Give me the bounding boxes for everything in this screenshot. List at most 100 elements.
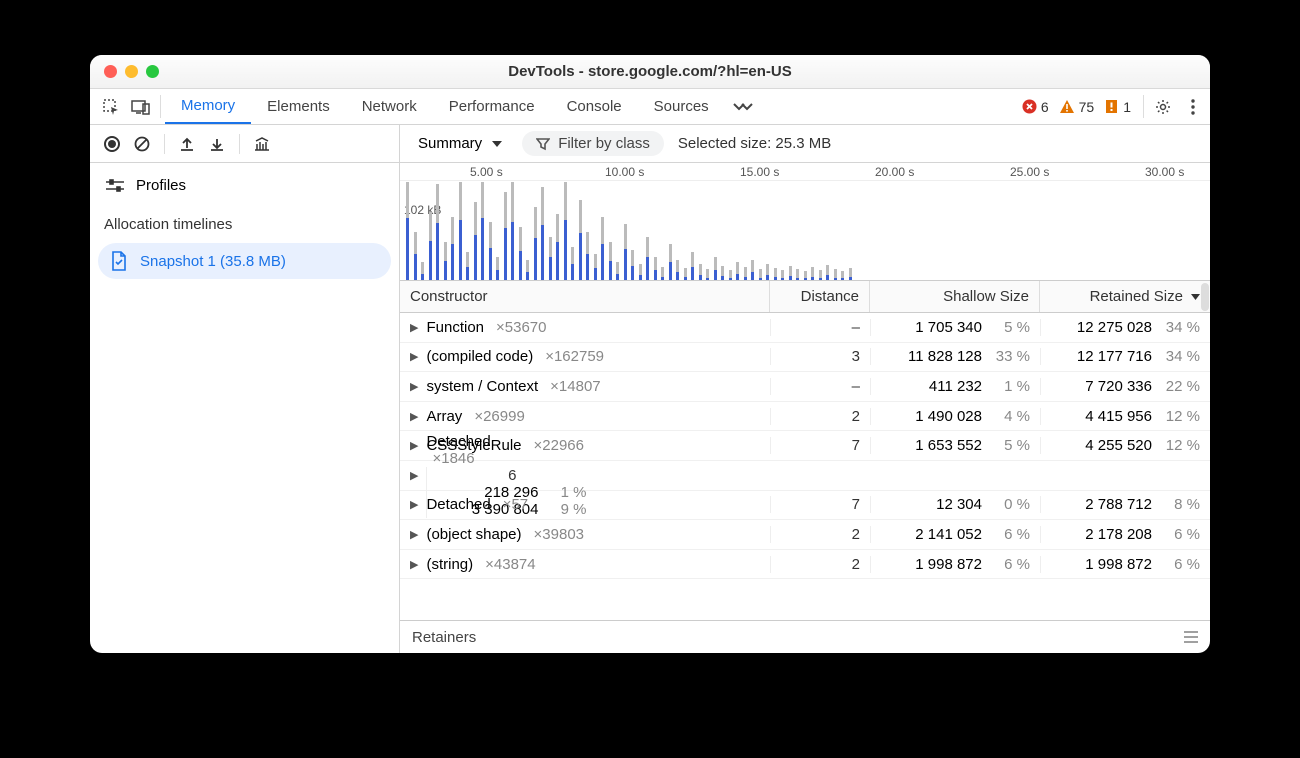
tab-sources[interactable]: Sources bbox=[638, 89, 725, 124]
shallow-pct: 4 % bbox=[990, 408, 1030, 425]
scrollbar-thumb[interactable] bbox=[1201, 283, 1209, 311]
expand-icon[interactable]: ▶ bbox=[410, 528, 418, 541]
retained-pct: 12 % bbox=[1160, 408, 1200, 425]
table-row[interactable]: ▶system / Context×14807–411 2321 %7 720 … bbox=[400, 372, 1210, 402]
error-icon bbox=[1022, 99, 1037, 114]
view-label: Summary bbox=[418, 135, 482, 152]
view-dropdown[interactable]: Summary bbox=[412, 135, 508, 152]
devtools-window: DevTools - store.google.com/?hl=en-US Me… bbox=[90, 55, 1210, 653]
settings-icon[interactable] bbox=[1148, 89, 1178, 124]
issue-count: 1 bbox=[1123, 99, 1131, 115]
timeline-tick: 5.00 s bbox=[470, 165, 503, 179]
sidebar: Profiles Allocation timelines Snapshot 1… bbox=[90, 163, 400, 653]
filter-placeholder: Filter by class bbox=[558, 135, 650, 152]
instance-count: ×57 bbox=[503, 496, 528, 513]
table-row[interactable]: ▶Detached ×18466218 2961 %3 390 8049 % bbox=[400, 461, 1210, 491]
timeline-tick: 20.00 s bbox=[875, 165, 914, 179]
window-title: DevTools - store.google.com/?hl=en-US bbox=[102, 63, 1198, 80]
shallow-size: 12 304 bbox=[936, 496, 982, 513]
allocation-timelines-label: Allocation timelines bbox=[98, 208, 391, 243]
instance-count: ×26999 bbox=[474, 408, 524, 425]
retained-pct: 34 % bbox=[1160, 319, 1200, 336]
shallow-pct: 5 % bbox=[990, 319, 1030, 336]
constructor-name: Array bbox=[426, 408, 462, 425]
shallow-pct: 6 % bbox=[990, 526, 1030, 543]
expand-icon[interactable]: ▶ bbox=[410, 410, 418, 423]
table-row[interactable]: ▶Function×53670–1 705 3405 %12 275 02834… bbox=[400, 313, 1210, 343]
retained-size: 2 788 712 bbox=[1085, 496, 1152, 513]
table-row[interactable]: ▶(compiled code)×162759311 828 12833 %12… bbox=[400, 343, 1210, 373]
timeline-ticks: 5.00 s10.00 s15.00 s20.00 s25.00 s30.00 … bbox=[400, 163, 1210, 181]
timeline-tick: 30.00 s bbox=[1145, 165, 1184, 179]
table-row[interactable]: ▶(object shape)×3980322 141 0526 %2 178 … bbox=[400, 520, 1210, 550]
constructor-name: (string) bbox=[426, 556, 473, 573]
collect-garbage-icon[interactable] bbox=[248, 130, 276, 158]
header-retained[interactable]: Retained Size bbox=[1040, 281, 1210, 312]
shallow-pct: 33 % bbox=[990, 348, 1030, 365]
table-row[interactable]: ▶(string)×4387421 998 8726 %1 998 8726 % bbox=[400, 550, 1210, 580]
error-count: 6 bbox=[1041, 99, 1049, 115]
inspect-element-icon[interactable] bbox=[96, 89, 126, 124]
retained-pct: 6 % bbox=[1160, 526, 1200, 543]
record-button[interactable] bbox=[98, 130, 126, 158]
more-tabs-button[interactable] bbox=[725, 89, 761, 124]
retained-size: 12 275 028 bbox=[1077, 319, 1152, 336]
header-constructor[interactable]: Constructor bbox=[400, 281, 770, 312]
header-shallow[interactable]: Shallow Size bbox=[870, 281, 1040, 312]
main-toolbar: MemoryElementsNetworkPerformanceConsoleS… bbox=[90, 89, 1210, 125]
profiles-header[interactable]: Profiles bbox=[98, 173, 391, 208]
tab-console[interactable]: Console bbox=[551, 89, 638, 124]
shallow-size: 2 141 052 bbox=[915, 526, 982, 543]
device-toolbar-icon[interactable] bbox=[126, 89, 156, 124]
timeline-bars bbox=[402, 181, 1210, 280]
table-body: ▶Function×53670–1 705 3405 %12 275 02834… bbox=[400, 313, 1210, 620]
expand-icon[interactable]: ▶ bbox=[410, 558, 418, 571]
selected-size-label: Selected size: 25.3 MB bbox=[678, 135, 831, 152]
retainers-panel[interactable]: Retainers bbox=[400, 621, 1210, 653]
fullscreen-window-button[interactable] bbox=[146, 65, 159, 78]
expand-icon[interactable]: ▶ bbox=[410, 321, 418, 334]
expand-icon[interactable]: ▶ bbox=[410, 350, 418, 363]
shallow-pct: 1 % bbox=[990, 378, 1030, 395]
expand-icon[interactable]: ▶ bbox=[410, 498, 418, 511]
shallow-pct: 6 % bbox=[990, 556, 1030, 573]
instance-count: ×162759 bbox=[545, 348, 604, 365]
header-distance[interactable]: Distance bbox=[770, 281, 870, 312]
warning-icon bbox=[1059, 99, 1075, 114]
close-window-button[interactable] bbox=[104, 65, 117, 78]
class-filter[interactable]: Filter by class bbox=[522, 131, 664, 156]
snapshot-item[interactable]: Snapshot 1 (35.8 MB) bbox=[98, 243, 391, 279]
shallow-size: 1 998 872 bbox=[915, 556, 982, 573]
allocation-timeline[interactable]: 5.00 s10.00 s15.00 s20.00 s25.00 s30.00 … bbox=[400, 163, 1210, 281]
status-badges[interactable]: 6 75 1 bbox=[1008, 89, 1139, 124]
expand-icon[interactable]: ▶ bbox=[410, 469, 418, 482]
download-icon[interactable] bbox=[203, 130, 231, 158]
main-area: Profiles Allocation timelines Snapshot 1… bbox=[90, 163, 1210, 653]
instance-count: ×14807 bbox=[550, 378, 600, 395]
expand-icon[interactable]: ▶ bbox=[410, 380, 418, 393]
retainers-menu-icon[interactable] bbox=[1184, 631, 1198, 643]
distance-value: – bbox=[852, 319, 860, 336]
window-traffic-lights bbox=[104, 65, 159, 78]
distance-value: 7 bbox=[852, 496, 860, 513]
subbar-left bbox=[90, 125, 400, 162]
sliders-icon bbox=[106, 179, 124, 193]
content-area: 5.00 s10.00 s15.00 s20.00 s25.00 s30.00 … bbox=[400, 163, 1210, 653]
retained-pct: 34 % bbox=[1160, 348, 1200, 365]
timeline-tick: 10.00 s bbox=[605, 165, 644, 179]
table-row[interactable]: ▶Array×2699921 490 0284 %4 415 95612 % bbox=[400, 402, 1210, 432]
tab-elements[interactable]: Elements bbox=[251, 89, 346, 124]
retained-pct: 8 % bbox=[1160, 496, 1200, 513]
clear-button[interactable] bbox=[128, 130, 156, 158]
constructor-name: (object shape) bbox=[426, 526, 521, 543]
kebab-menu-icon[interactable] bbox=[1178, 89, 1208, 124]
upload-icon[interactable] bbox=[173, 130, 201, 158]
minimize-window-button[interactable] bbox=[125, 65, 138, 78]
instance-count: ×1846 bbox=[432, 450, 474, 467]
sort-desc-icon bbox=[1191, 294, 1200, 300]
tab-memory[interactable]: Memory bbox=[165, 89, 251, 124]
constructor-name: system / Context bbox=[426, 378, 538, 395]
shallow-size: 411 232 bbox=[929, 378, 982, 395]
tab-network[interactable]: Network bbox=[346, 89, 433, 124]
tab-performance[interactable]: Performance bbox=[433, 89, 551, 124]
